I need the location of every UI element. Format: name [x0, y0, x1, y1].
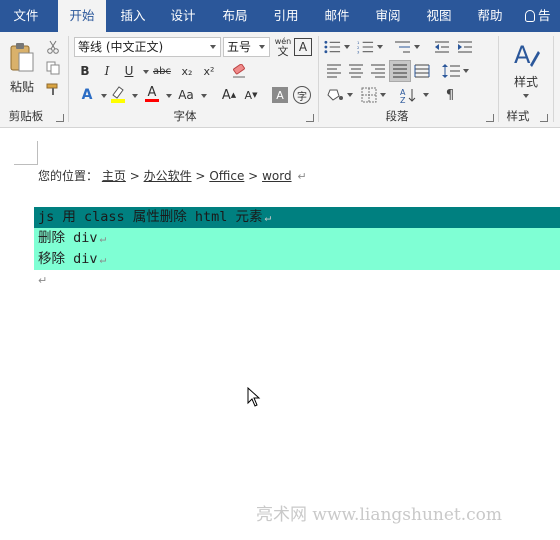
tab-help[interactable]: 帮助: [467, 0, 513, 32]
chevron-down-icon[interactable]: [206, 38, 220, 56]
align-right-icon[interactable]: [368, 62, 388, 80]
paragraph-mark: ↵: [99, 253, 107, 266]
shrink-font-button[interactable]: A ▼: [242, 85, 260, 105]
clipboard-group-label: 剪贴板: [8, 109, 44, 123]
align-left-icon[interactable]: [324, 62, 344, 80]
paragraph-mark: ↵: [99, 232, 107, 245]
change-case-button[interactable]: Aa: [175, 85, 197, 105]
tab-review[interactable]: 审阅: [365, 0, 411, 32]
text-effects-button[interactable]: A: [76, 85, 98, 105]
breadcrumb-office-software-link[interactable]: 办公软件: [144, 169, 192, 183]
enclose-characters-button[interactable]: 字: [293, 86, 311, 104]
styles-launcher-icon[interactable]: [540, 114, 548, 122]
svg-text:1: 1: [357, 41, 360, 45]
breadcrumb: 您的位置： 主页 > 办公软件 > Office > word ↵: [38, 169, 307, 183]
clipboard-launcher-icon[interactable]: [56, 114, 64, 122]
highlight-dropdown-icon[interactable]: [132, 94, 138, 98]
tab-design[interactable]: 设计: [160, 0, 206, 32]
svg-text:A: A: [514, 41, 531, 69]
paragraph-mark: ↵: [264, 211, 272, 224]
sort-icon[interactable]: AZ: [398, 85, 430, 105]
change-case-dropdown-icon[interactable]: [201, 94, 207, 98]
show-hide-marks-icon[interactable]: ¶: [440, 85, 460, 105]
tab-references[interactable]: 引用: [263, 0, 309, 32]
group-divider: [318, 36, 319, 122]
phonetic-guide-button[interactable]: wén 文: [273, 35, 293, 59]
borders-icon[interactable]: [358, 85, 388, 105]
styles-gallery-button[interactable]: A 样式: [504, 36, 548, 102]
svg-text:3: 3: [357, 51, 360, 54]
format-painter-icon[interactable]: [44, 80, 62, 98]
clear-formatting-icon[interactable]: [229, 62, 249, 80]
chevron-down-icon[interactable]: [255, 38, 269, 56]
paragraph-mark: ↵: [297, 170, 307, 183]
margin-corner-mark: [14, 141, 38, 165]
tab-layout[interactable]: 布局: [212, 0, 258, 32]
highlight-color-swatch: [111, 99, 125, 103]
copy-icon[interactable]: [44, 59, 62, 77]
grow-font-button[interactable]: A ▲: [220, 85, 238, 105]
tab-home[interactable]: 开始: [58, 0, 106, 32]
decrease-indent-icon[interactable]: [432, 38, 452, 56]
clipboard-icon: [10, 42, 34, 71]
underline-dropdown-icon[interactable]: [143, 70, 149, 74]
font-color-button[interactable]: A: [142, 84, 162, 104]
lightbulb-icon: [525, 10, 535, 22]
character-shading-button[interactable]: A: [272, 87, 288, 103]
numbering-icon[interactable]: 123: [357, 38, 383, 56]
font-size-combo[interactable]: 五号: [223, 37, 270, 57]
group-divider: [68, 36, 69, 122]
character-border-button[interactable]: A: [294, 38, 312, 56]
document-line[interactable]: 删除 div ↵: [34, 228, 560, 249]
breadcrumb-word-link[interactable]: word: [262, 169, 292, 183]
increase-indent-icon[interactable]: [455, 38, 475, 56]
styles-icon: A: [514, 41, 540, 69]
line-spacing-icon[interactable]: [440, 62, 470, 80]
subscript-button[interactable]: x₂: [177, 62, 197, 80]
underline-button[interactable]: U: [120, 62, 138, 80]
font-group-label: 字体: [173, 109, 197, 123]
svg-text:Z: Z: [400, 96, 406, 103]
group-divider: [498, 36, 499, 122]
font-color-dropdown-icon[interactable]: [166, 94, 172, 98]
font-color-swatch: [145, 99, 159, 102]
bullets-icon[interactable]: [324, 38, 350, 56]
font-launcher-icon[interactable]: [306, 114, 314, 122]
highlight-color-button[interactable]: [108, 84, 128, 104]
ribbon-tab-bar: 文件 开始 插入 设计 布局 引用 邮件 审阅 视图 帮助 告: [0, 0, 560, 32]
tab-file[interactable]: 文件: [0, 0, 52, 32]
superscript-button[interactable]: x²: [199, 62, 219, 80]
document-line-highlighted[interactable]: js 用 class 属性删除 html 元素 ↵: [34, 207, 560, 228]
breadcrumb-office-link[interactable]: Office: [209, 169, 244, 183]
strikethrough-button[interactable]: abc: [150, 62, 174, 80]
cut-icon[interactable]: [44, 38, 62, 56]
italic-button[interactable]: I: [98, 62, 116, 80]
text-effects-dropdown-icon[interactable]: [101, 94, 107, 98]
svg-text:2: 2: [357, 46, 360, 50]
tab-insert[interactable]: 插入: [111, 0, 155, 32]
shading-icon[interactable]: [324, 85, 354, 105]
multilevel-list-icon[interactable]: [392, 38, 420, 56]
align-center-icon[interactable]: [346, 62, 366, 80]
font-name-combo[interactable]: 等线 (中文正文): [74, 37, 221, 57]
paste-button[interactable]: 粘贴: [4, 38, 40, 98]
bold-button[interactable]: B: [76, 62, 94, 80]
justify-icon[interactable]: [389, 60, 411, 82]
paragraph-mark: ↵: [38, 274, 48, 287]
document-line[interactable]: 移除 div ↵: [34, 249, 560, 270]
group-divider: [553, 36, 554, 122]
distributed-icon[interactable]: [412, 62, 432, 80]
watermark: 亮术网 www.liangshunet.com: [256, 505, 503, 525]
empty-paragraph[interactable]: ↵: [38, 273, 47, 287]
paragraph-launcher-icon[interactable]: [486, 114, 494, 122]
tab-view[interactable]: 视图: [416, 0, 462, 32]
document-area[interactable]: 您的位置： 主页 > 办公软件 > Office > word ↵ js 用 c…: [0, 129, 560, 540]
tell-me-box[interactable]: 告: [525, 0, 551, 32]
styles-group-label: 样式: [506, 109, 530, 123]
breadcrumb-home-link[interactable]: 主页: [102, 169, 126, 183]
tab-mailings[interactable]: 邮件: [314, 0, 360, 32]
mouse-pointer-icon: [247, 387, 261, 407]
paragraph-group-label: 段落: [385, 109, 409, 123]
ribbon: 粘贴 剪贴板 等线 (中文正文) 五号 wén 文 A B I U abc x₂…: [0, 32, 560, 128]
